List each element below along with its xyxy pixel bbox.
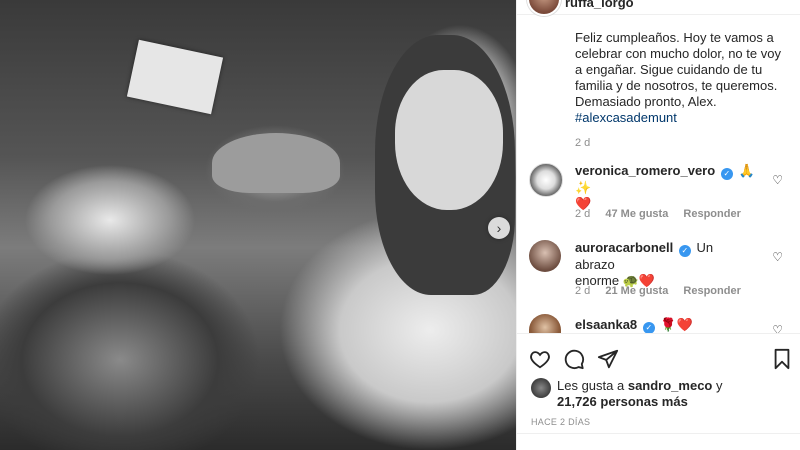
comment-username[interactable]: elsaanka8 <box>575 317 637 332</box>
post-caption: Feliz cumpleaños. Hoy te vamos a celebra… <box>575 30 790 126</box>
chevron-right-icon: › <box>496 220 502 236</box>
comment-time: 2 d <box>575 285 591 297</box>
likes-connector: y <box>716 378 723 393</box>
paper-sign <box>126 39 224 115</box>
commenter-avatar[interactable] <box>529 314 561 333</box>
caption-hashtag[interactable]: #alexcasademunt <box>575 110 677 125</box>
likes-text: Les gusta a sandro_meco y 21,726 persona… <box>557 378 787 410</box>
comment-meta: 2 d 47 Me gusta Responder <box>575 208 753 220</box>
likes-prefix: Les gusta a <box>557 378 625 393</box>
author-username[interactable]: ruffa_lorgo <box>565 0 634 10</box>
comment-like-icon[interactable]: ♡ <box>772 250 783 264</box>
comment-like-icon[interactable]: ♡ <box>772 173 783 187</box>
bookmark-icon[interactable] <box>771 348 793 370</box>
verified-icon: ✓ <box>720 168 733 180</box>
comment-text: veronica_romero_vero ✓ 🙏✨ ❤️ <box>575 163 755 212</box>
comment-body: 🌹❤️ <box>660 317 693 332</box>
comment-text: elsaanka8 ✓ 🌹❤️ <box>575 317 755 334</box>
post-panel: ruffa_lorgo Feliz cumpleaños. Hoy te vam… <box>516 0 800 450</box>
comment-text: auroracarbonell ✓ Un abrazo enorme 🐢❤️ <box>575 240 755 289</box>
commenter-avatar[interactable] <box>529 240 561 272</box>
comment-item: veronica_romero_vero ✓ 🙏✨ ❤️ ♡ 2 d 47 Me… <box>529 163 791 223</box>
likes-count[interactable]: 21,726 personas más <box>557 394 688 409</box>
comment-meta: 2 d 21 Me gusta Responder <box>575 285 753 297</box>
comment-time: 2 d <box>575 208 591 220</box>
divider <box>517 433 800 434</box>
post-header: ruffa_lorgo <box>517 0 800 16</box>
comment-icon[interactable] <box>563 348 585 370</box>
post-time: 2 d <box>575 137 591 149</box>
reply-button[interactable]: Responder <box>683 208 740 220</box>
share-icon[interactable] <box>597 348 619 370</box>
comment-likes[interactable]: 21 Me gusta <box>605 285 668 297</box>
comment-likes[interactable]: 47 Me gusta <box>605 208 668 220</box>
heart-icon[interactable] <box>529 348 551 370</box>
comment-username[interactable]: veronica_romero_vero <box>575 163 715 178</box>
author-avatar[interactable] <box>527 0 561 16</box>
beret-cap <box>212 133 340 193</box>
posted-time[interactable]: HACE 2 DÍAS <box>531 417 590 427</box>
verified-icon: ✓ <box>678 245 691 257</box>
comment-item: elsaanka8 ✓ 🌹❤️ ♡ <box>529 314 791 337</box>
action-bar <box>517 333 800 384</box>
liker-avatar[interactable] <box>531 378 551 398</box>
commenter-avatar[interactable] <box>529 163 563 197</box>
next-photo-button[interactable]: › <box>488 217 510 239</box>
woman-face <box>395 70 503 210</box>
reply-button[interactable]: Responder <box>683 285 740 297</box>
comment-username[interactable]: auroracarbonell <box>575 240 673 255</box>
comment-item: auroracarbonell ✓ Un abrazo enorme 🐢❤️ ♡… <box>529 240 791 300</box>
caption-text: Feliz cumpleaños. Hoy te vamos a celebra… <box>575 30 781 109</box>
liker-username[interactable]: sandro_meco <box>628 378 713 393</box>
post-photo[interactable]: › <box>0 0 516 450</box>
